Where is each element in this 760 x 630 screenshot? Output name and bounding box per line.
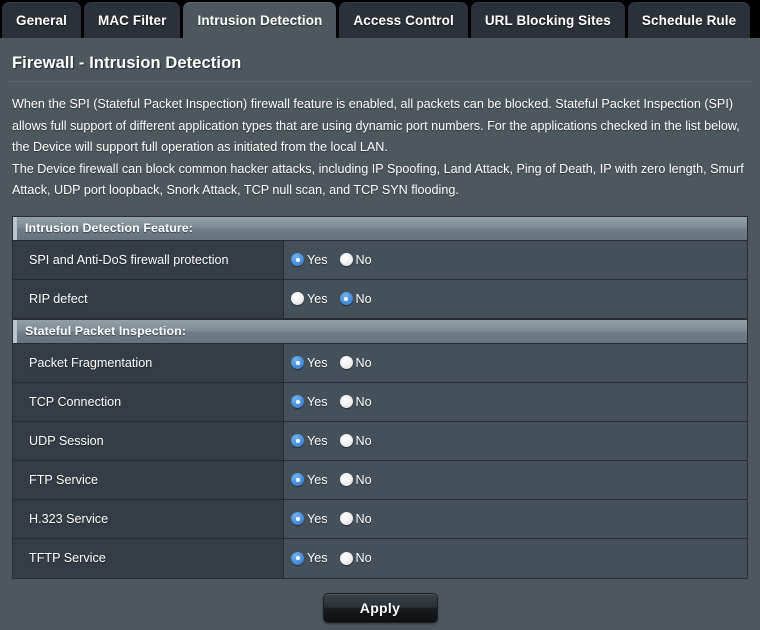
tab-intrusion-detection[interactable]: Intrusion Detection [183,2,337,38]
radio-group: Yes No [291,395,384,409]
row-label: SPI and Anti-DoS firewall protection [13,240,284,279]
intrusion-detection-table: Intrusion Detection Feature: SPI and Anti… [12,215,748,579]
description-paragraph: When the SPI (Stateful Packet Inspection… [12,97,740,154]
radio-group: Yes No [291,512,384,526]
row-control: Yes No [284,460,747,499]
radio-label-yes: Yes [307,433,328,448]
row-label: Packet Fragmentation [13,343,284,382]
section-header: Stateful Packet Inspection: [13,318,747,344]
radio-option-yes[interactable]: Yes [291,395,328,409]
row-control: Yes No [284,279,747,318]
radio-label-yes: Yes [307,394,328,409]
radio-yes-icon[interactable] [291,551,304,565]
page-content: Firewall - Intrusion Detection When the … [0,38,760,630]
radio-group: Yes No [291,551,384,565]
radio-no-icon[interactable] [339,434,353,447]
radio-yes-icon[interactable] [291,356,304,369]
radio-yes-icon[interactable] [291,395,304,408]
radio-label-no: No [355,433,372,448]
radio-yes-icon[interactable] [291,473,304,486]
row-control: Yes No [284,499,747,538]
row-label: RIP defect [13,279,284,318]
row-label: UDP Session [13,421,284,460]
apply-button[interactable]: Apply [322,592,438,623]
radio-option-no[interactable]: No [339,252,372,267]
radio-option-yes[interactable]: Yes [291,434,328,448]
radio-group: Yes No [291,356,384,370]
radio-option-no[interactable]: No [339,433,372,448]
tab-schedule-rule[interactable]: Schedule Rule [627,2,751,38]
row-label: FTP Service [13,460,284,499]
table-row: Packet Fragmentation Yes No [13,343,747,383]
radio-no-icon[interactable] [339,512,353,525]
radio-option-no[interactable]: No [339,394,372,409]
radio-yes-icon[interactable] [291,434,304,447]
table-row: FTP Service Yes No [13,460,747,500]
radio-option-yes[interactable]: Yes [291,356,328,370]
row-label: TFTP Service [13,538,284,578]
radio-option-no[interactable]: No [339,472,372,487]
radio-label-yes: Yes [307,252,328,267]
radio-label-yes: Yes [307,291,328,306]
page-title: Firewall - Intrusion Detection [12,54,242,72]
row-label: TCP Connection [13,382,284,421]
radio-option-yes[interactable]: Yes [291,512,328,526]
radio-label-no: No [355,472,372,487]
radio-group: Yes No [291,434,384,448]
radio-option-yes[interactable]: Yes [291,292,328,306]
radio-label-no: No [355,394,372,409]
row-label: H.323 Service [13,499,284,538]
tab-bar: General MAC Filter Intrusion Detection Acce… [0,0,760,38]
radio-option-no[interactable]: No [339,355,372,370]
radio-label-no: No [355,511,372,526]
section-header: Intrusion Detection Feature: [13,215,747,241]
row-control: Yes No [284,382,747,421]
table-row: H.323 Service Yes No [13,499,747,539]
radio-option-yes[interactable]: Yes [291,473,328,487]
radio-option-yes[interactable]: Yes [291,551,328,565]
radio-label-yes: Yes [307,355,328,370]
radio-label-yes: Yes [307,511,328,526]
radio-label-yes: Yes [307,551,328,565]
description-paragraph: The Device firewall can block common hac… [12,161,744,198]
radio-no-icon[interactable] [339,395,353,408]
radio-no-icon[interactable] [339,356,353,369]
radio-label-yes: Yes [307,472,328,487]
tab-general[interactable]: General [2,2,81,38]
radio-label-no: No [355,252,372,267]
radio-group: Yes No [291,473,384,487]
radio-group: Yes No [291,292,384,306]
table-row: TFTP Service Yes No [13,538,747,578]
radio-option-no[interactable]: No [339,551,372,565]
title-divider [8,81,752,82]
radio-label-no: No [355,355,372,370]
radio-no-icon[interactable] [339,551,353,565]
radio-no-icon[interactable] [339,253,353,266]
radio-label-no: No [355,291,372,306]
radio-yes-icon[interactable] [291,292,304,305]
row-control: Yes No [284,538,747,578]
row-control: Yes No [284,240,747,279]
radio-option-no[interactable]: No [339,291,372,306]
radio-yes-icon[interactable] [291,253,304,266]
tab-access-control[interactable]: Access Control [339,2,468,38]
radio-yes-icon[interactable] [291,512,304,525]
table-row: TCP Connection Yes No [13,382,747,422]
page-description: When the SPI (Stateful Packet Inspection… [8,94,752,212]
row-control: Yes No [284,421,747,460]
radio-no-icon[interactable] [339,473,353,486]
tab-url-blocking-sites[interactable]: URL Blocking Sites [470,2,625,38]
row-control: Yes No [284,343,747,382]
radio-group: Yes No [291,253,384,267]
radio-option-yes[interactable]: Yes [291,253,328,267]
footer-actions: Apply [8,579,752,623]
table-row: SPI and Anti-DoS firewall protection Yes N… [13,240,747,280]
radio-label-no: No [355,551,372,565]
table-row: RIP defect Yes No [13,279,747,319]
radio-no-icon[interactable] [339,292,353,305]
radio-option-no[interactable]: No [339,511,372,526]
tab-mac-filter[interactable]: MAC Filter [83,2,181,38]
table-row: UDP Session Yes No [13,421,747,461]
